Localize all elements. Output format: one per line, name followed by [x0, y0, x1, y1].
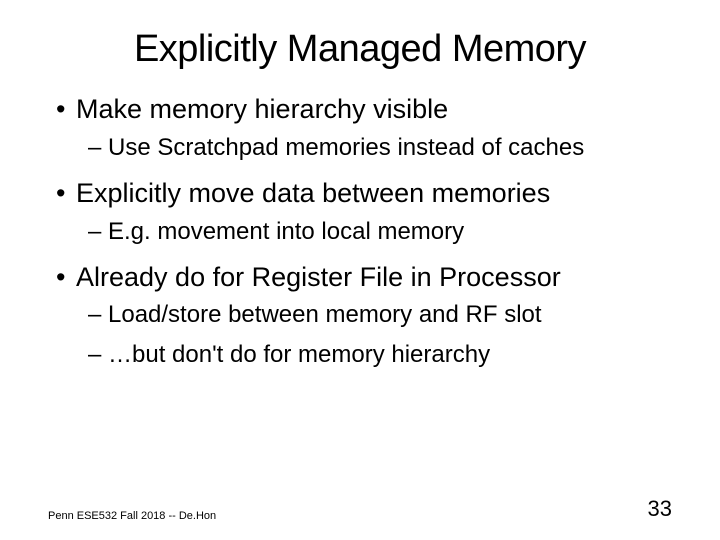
slide-container: Explicitly Managed Memory Make memory hi… — [0, 0, 720, 540]
bullet-group: Explicitly move data between memories E.… — [56, 177, 672, 247]
bullet-group: Already do for Register File in Processo… — [56, 261, 672, 371]
bullet-group: Make memory hierarchy visible Use Scratc… — [56, 93, 672, 163]
bullet-level2: Load/store between memory and RF slot — [56, 300, 672, 330]
slide-title: Explicitly Managed Memory — [48, 28, 672, 71]
bullet-level1: Already do for Register File in Processo… — [56, 261, 672, 295]
bullet-level2: Use Scratchpad memories instead of cache… — [56, 133, 672, 163]
slide-content: Make memory hierarchy visible Use Scratc… — [48, 93, 672, 370]
footer-credit: Penn ESE532 Fall 2018 -- De.Hon — [48, 510, 216, 522]
bullet-level2: …but don't do for memory hierarchy — [56, 340, 672, 370]
bullet-level1: Explicitly move data between memories — [56, 177, 672, 211]
bullet-level1: Make memory hierarchy visible — [56, 93, 672, 127]
page-number: 33 — [648, 496, 672, 522]
bullet-level2: E.g. movement into local memory — [56, 217, 672, 247]
slide-footer: Penn ESE532 Fall 2018 -- De.Hon 33 — [48, 496, 672, 522]
